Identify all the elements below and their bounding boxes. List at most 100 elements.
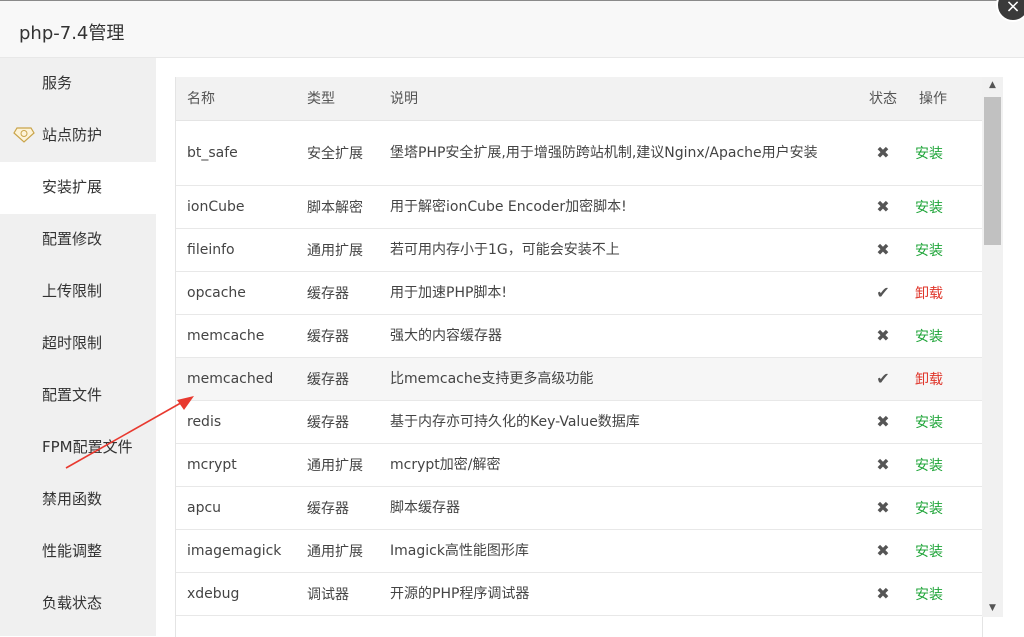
table-cell: 用于解密ionCube Encoder加密脚本! <box>379 185 858 229</box>
sidebar-item-label: 上传限制 <box>42 282 103 300</box>
ext-name: apcu <box>187 499 222 516</box>
sidebar-item-label: 站点防护 <box>42 126 103 144</box>
cross-icon: ✖ <box>876 240 890 259</box>
ext-description: 脚本缓存器 <box>390 499 460 516</box>
ext-description: Imagick高性能图形库 <box>390 542 529 559</box>
cross-icon: ✖ <box>876 143 890 162</box>
ext-description: 用于解密ionCube Encoder加密脚本! <box>390 198 627 215</box>
table-row: memcache 缓存器 强大的内容缓存器 ✖ 安装 <box>176 314 982 358</box>
install-button[interactable]: 安装 <box>915 458 943 474</box>
install-button[interactable]: 安装 <box>915 243 943 259</box>
sidebar-item-label: 配置文件 <box>42 386 103 404</box>
ext-name: opcache <box>187 284 246 301</box>
sidebar-item-fpm-config[interactable]: FPM配置文件 <box>0 422 156 474</box>
table-cell: ✖ <box>858 120 908 186</box>
table-cell: ✔ <box>858 271 908 315</box>
table-cell: xdebug <box>176 572 296 616</box>
cross-icon: ✖ <box>876 197 890 216</box>
table-cell: mcrypt加密/解密 <box>379 443 858 487</box>
table-cell: 安装 <box>908 443 982 487</box>
table-cell: 缓存器 <box>296 271 379 315</box>
table-cell: Imagick高性能图形库 <box>379 529 858 573</box>
sidebar-item-timeout-limit[interactable]: 超时限制 <box>0 318 156 370</box>
table-cell: 调试器 <box>296 572 379 616</box>
install-button[interactable]: 安装 <box>915 587 943 603</box>
install-button[interactable]: 安装 <box>915 329 943 345</box>
cross-icon: ✖ <box>876 326 890 345</box>
table-cell: 安装 <box>908 314 982 358</box>
table-cell: ✖ <box>858 185 908 229</box>
sidebar-item-label: 服务 <box>42 74 73 92</box>
uninstall-button[interactable]: 卸载 <box>915 286 943 302</box>
table-cell: 安装 <box>908 120 982 186</box>
window-title: php-7.4管理 <box>19 23 125 44</box>
sidebar-item-label: 负载状态 <box>42 594 103 612</box>
sidebar-item-config-file[interactable]: 配置文件 <box>0 370 156 422</box>
install-button[interactable]: 安装 <box>915 501 943 517</box>
table-row: bt_safe 安全扩展 堡塔PHP安全扩展,用于增强防跨站机制,建议Nginx/A… <box>176 120 982 186</box>
table-cell: ✖ <box>858 400 908 444</box>
sidebar-item-disabled-functions[interactable]: 禁用函数 <box>0 474 156 526</box>
table-cell: 缓存器 <box>296 357 379 401</box>
table-header-row: 名称 类型 说明 状态 操作 <box>176 77 982 121</box>
sidebar-item-config-modify[interactable]: 配置修改 <box>0 214 156 266</box>
table-cell: ✖ <box>858 529 908 573</box>
table-cell: 安装 <box>908 572 982 616</box>
table-row: mcrypt 通用扩展 mcrypt加密/解密 ✖ 安装 <box>176 443 982 487</box>
table-cell: imagemagick <box>176 529 296 573</box>
table-cell: 通用扩展 <box>296 529 379 573</box>
table-cell: 安全扩展 <box>296 120 379 186</box>
table-cell: 安装 <box>908 185 982 229</box>
sidebar-item-load-status[interactable]: 负载状态 <box>0 578 156 630</box>
table-cell: mcrypt <box>176 443 296 487</box>
table-cell: 若可用内存小于1G，可能会安装不上 <box>379 228 858 272</box>
sidebar-item-label: 超时限制 <box>42 334 103 352</box>
cross-icon: ✖ <box>876 584 890 603</box>
table-cell: 开源的PHP程序调试器 <box>379 572 858 616</box>
ext-name: ionCube <box>187 198 245 215</box>
table-cell: 安装 <box>908 529 982 573</box>
window-titlebar: php-7.4管理 <box>0 0 1024 58</box>
ext-description: 用于加速PHP脚本! <box>390 284 508 301</box>
sidebar-item-service[interactable]: 服务 <box>0 58 156 110</box>
gem-icon <box>13 127 35 143</box>
sidebar-item-site-protection[interactable]: 站点防护 <box>0 110 156 162</box>
sidebar-item-performance[interactable]: 性能调整 <box>0 526 156 578</box>
ext-description: 堡塔PHP安全扩展,用于增强防跨站机制,建议Nginx/Apache用户安装 <box>390 144 818 161</box>
sidebar-item-label: 配置修改 <box>42 230 103 248</box>
scroll-up-arrow-icon[interactable]: ▲ <box>982 77 1003 94</box>
ext-name: fileinfo <box>187 241 235 258</box>
ext-type: 安全扩展 <box>307 145 363 162</box>
table-body: bt_safe 安全扩展 堡塔PHP安全扩展,用于增强防跨站机制,建议Nginx/A… <box>176 120 982 616</box>
ext-type: 缓存器 <box>307 371 349 388</box>
install-button[interactable]: 安装 <box>915 544 943 560</box>
uninstall-button[interactable]: 卸载 <box>915 372 943 388</box>
table-cell: bt_safe <box>176 120 296 186</box>
sidebar-item-upload-limit[interactable]: 上传限制 <box>0 266 156 318</box>
ext-type: 通用扩展 <box>307 543 363 560</box>
header-op: 操作 <box>908 77 982 121</box>
table-cell: opcache <box>176 271 296 315</box>
ext-type: 脚本解密 <box>307 199 363 216</box>
table-cell: memcached <box>176 357 296 401</box>
ext-description: mcrypt加密/解密 <box>390 456 501 473</box>
extensions-table-container: 名称 类型 说明 状态 操作 bt_safe 安全扩展 堡塔PHP安全扩展,用于增强… <box>175 77 983 637</box>
table-row: redis 缓存器 基于内存亦可持久化的Key-Value数据库 ✖ 安装 <box>176 400 982 444</box>
cross-icon: ✖ <box>876 412 890 431</box>
ext-type: 缓存器 <box>307 328 349 345</box>
table-cell: 安装 <box>908 486 982 530</box>
table-cell: 缓存器 <box>296 400 379 444</box>
header-desc: 说明 <box>379 77 858 121</box>
table-cell: ✖ <box>858 486 908 530</box>
install-button[interactable]: 安装 <box>915 415 943 431</box>
ext-description: 基于内存亦可持久化的Key-Value数据库 <box>390 413 640 430</box>
install-button[interactable]: 安装 <box>915 146 943 162</box>
vertical-scrollbar[interactable]: ▲ ▼ <box>982 77 1003 617</box>
scroll-down-arrow-icon[interactable]: ▼ <box>982 600 1003 617</box>
table-cell: 通用扩展 <box>296 443 379 487</box>
table-cell: 安装 <box>908 400 982 444</box>
install-button[interactable]: 安装 <box>915 200 943 216</box>
sidebar-item-install-extension[interactable]: 安装扩展 <box>0 162 156 214</box>
scrollbar-thumb[interactable] <box>984 97 1001 245</box>
table-cell: 卸载 <box>908 357 982 401</box>
